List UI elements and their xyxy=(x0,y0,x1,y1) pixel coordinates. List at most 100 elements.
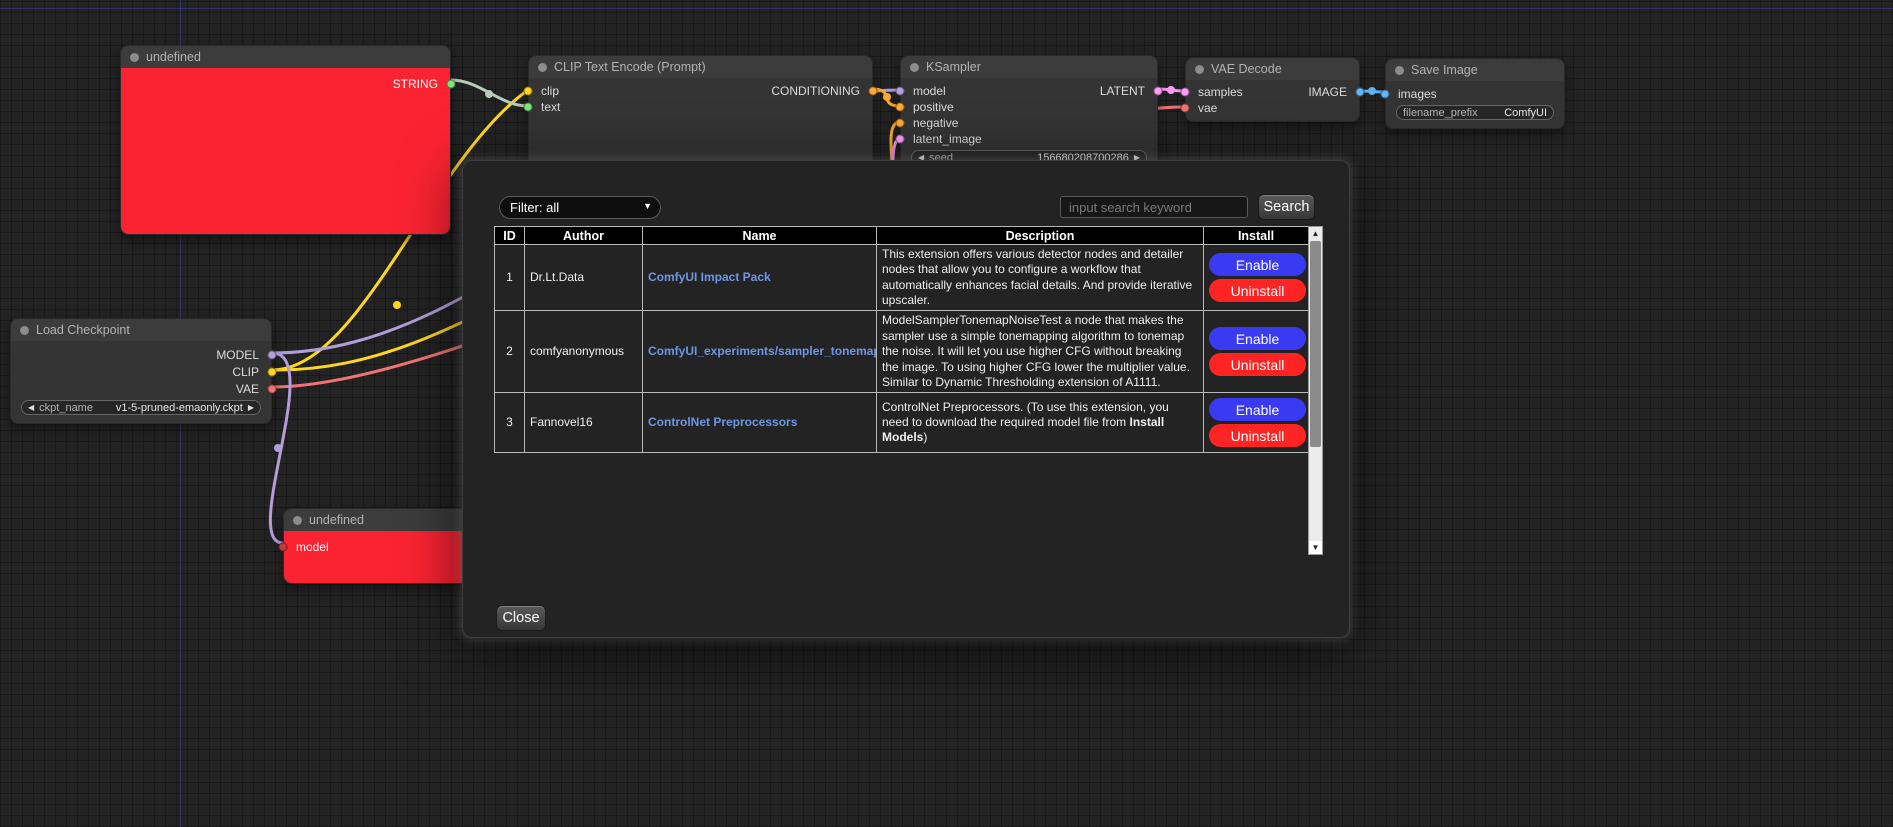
input-label: clip xyxy=(541,84,559,98)
input-slot-model[interactable] xyxy=(279,543,288,552)
ext-author: Fannovel16 xyxy=(525,393,643,453)
input-label: samples xyxy=(1198,85,1243,99)
table-row: 1 Dr.Lt.Data ComfyUI Impact Pack This ex… xyxy=(495,245,1309,311)
input-label: positive xyxy=(913,100,954,114)
output-label: VAE xyxy=(236,382,259,396)
collapse-dot-icon[interactable] xyxy=(1395,66,1404,75)
input-slot-negative[interactable] xyxy=(896,119,905,128)
output-slot-vae[interactable] xyxy=(268,384,277,393)
input-label: images xyxy=(1398,87,1437,101)
enable-button[interactable]: Enable xyxy=(1209,327,1306,350)
extension-manager-dialog: Filter: all ▼ Search ID Author Name Desc… xyxy=(462,160,1350,638)
widget-prev-arrow-icon[interactable]: ◀ xyxy=(28,404,34,412)
output-label: IMAGE xyxy=(1308,85,1347,99)
enable-button[interactable]: Enable xyxy=(1209,253,1306,276)
table-row: 3 Fannovel16 ControlNet Preprocessors Co… xyxy=(495,393,1309,453)
node-ksampler[interactable]: KSampler model LATENT positive negative … xyxy=(900,55,1158,174)
node-title: CLIP Text Encode (Prompt) xyxy=(554,60,706,74)
uninstall-button[interactable]: Uninstall xyxy=(1209,279,1306,302)
link-dot xyxy=(274,444,282,452)
ext-name-link[interactable]: ComfyUI_experiments/sampler_tonemap xyxy=(648,344,877,358)
output-slot-image[interactable] xyxy=(1356,88,1365,97)
extension-table-wrap: ID Author Name Description Install 1 Dr.… xyxy=(494,226,1323,555)
node-titlebar[interactable]: CLIP Text Encode (Prompt) xyxy=(529,56,872,78)
search-button[interactable]: Search xyxy=(1258,194,1315,220)
collapse-dot-icon[interactable] xyxy=(910,63,919,72)
input-slot-positive[interactable] xyxy=(896,103,905,112)
col-header-install: Install xyxy=(1204,227,1309,245)
node-titlebar[interactable]: KSampler xyxy=(901,56,1157,78)
scroll-up-arrow-icon[interactable]: ▲ xyxy=(1309,227,1322,240)
collapse-dot-icon[interactable] xyxy=(130,53,139,62)
node-vae-decode[interactable]: VAE Decode samples IMAGE vae xyxy=(1185,57,1360,122)
input-slot-latent-image[interactable] xyxy=(896,135,905,144)
node-undefined-top[interactable]: undefined STRING xyxy=(120,45,451,235)
scrollbar-thumb[interactable] xyxy=(1310,241,1321,447)
node-title: undefined xyxy=(146,50,201,64)
ext-id: 3 xyxy=(495,393,525,453)
node-title: KSampler xyxy=(926,60,981,74)
uninstall-button[interactable]: Uninstall xyxy=(1209,424,1306,447)
ext-author: Dr.Lt.Data xyxy=(525,245,643,311)
input-slot-model[interactable] xyxy=(896,87,905,96)
ext-name-link[interactable]: ComfyUI Impact Pack xyxy=(648,270,771,284)
widget-name: ckpt_name xyxy=(39,402,93,414)
input-label: model xyxy=(913,84,946,98)
collapse-dot-icon[interactable] xyxy=(20,326,29,335)
comfyui-canvas[interactable]: { "canvas": { "nodes": { "undefined_top"… xyxy=(0,0,1893,827)
link-dot xyxy=(393,301,401,309)
widget-value: ComfyUI xyxy=(1504,107,1547,119)
widget-name: filename_prefix xyxy=(1403,107,1478,119)
output-slot-latent[interactable] xyxy=(1154,87,1163,96)
search-input[interactable] xyxy=(1060,196,1248,218)
node-titlebar[interactable]: VAE Decode xyxy=(1186,58,1359,80)
input-label: latent_image xyxy=(913,132,982,146)
enable-button[interactable]: Enable xyxy=(1209,398,1306,421)
node-title: undefined xyxy=(309,513,364,527)
node-title: Save Image xyxy=(1411,63,1478,77)
output-label: MODEL xyxy=(216,348,259,362)
close-button[interactable]: Close xyxy=(496,605,546,631)
widget-next-arrow-icon[interactable]: ▶ xyxy=(248,404,254,412)
filename-prefix-widget[interactable]: filename_prefix ComfyUI xyxy=(1396,105,1554,120)
output-label: LATENT xyxy=(1100,84,1145,98)
output-slot-clip[interactable] xyxy=(268,367,277,376)
input-slot-clip[interactable] xyxy=(524,87,533,96)
ext-id: 1 xyxy=(495,245,525,311)
table-row: 2 comfyanonymous ComfyUI_experiments/sam… xyxy=(495,311,1309,393)
node-titlebar[interactable]: Load Checkpoint xyxy=(11,319,271,341)
input-label: vae xyxy=(1198,101,1217,115)
output-slot-string[interactable] xyxy=(447,80,456,89)
table-scrollbar[interactable]: ▲ ▼ xyxy=(1308,226,1323,555)
ext-author: comfyanonymous xyxy=(525,311,643,393)
output-slot-conditioning[interactable] xyxy=(869,87,878,96)
output-label: CONDITIONING xyxy=(771,84,860,98)
input-label: text xyxy=(541,100,560,114)
filter-select[interactable]: Filter: all xyxy=(499,196,661,219)
collapse-dot-icon[interactable] xyxy=(538,63,547,72)
output-slot-model[interactable] xyxy=(268,350,277,359)
ext-description: ControlNet Preprocessors. (To use this e… xyxy=(877,393,1204,453)
input-slot-samples[interactable] xyxy=(1181,88,1190,97)
input-slot-images[interactable] xyxy=(1381,90,1390,99)
node-titlebar[interactable]: undefined xyxy=(121,46,450,68)
link-dot xyxy=(485,90,493,98)
node-titlebar[interactable]: Save Image xyxy=(1386,59,1564,81)
input-slot-text[interactable] xyxy=(524,103,533,112)
ext-name-link[interactable]: ControlNet Preprocessors xyxy=(648,415,797,429)
scroll-down-arrow-icon[interactable]: ▼ xyxy=(1309,541,1322,554)
ckpt-name-widget[interactable]: ◀ ckpt_name v1-5-pruned-emaonly.ckpt ▶ xyxy=(21,400,261,415)
collapse-dot-icon[interactable] xyxy=(1195,65,1204,74)
collapse-dot-icon[interactable] xyxy=(293,516,302,525)
link-dot xyxy=(1368,87,1376,95)
link-dot xyxy=(883,93,891,101)
node-save-image[interactable]: Save Image images filename_prefix ComfyU… xyxy=(1385,58,1565,129)
ext-description: ModelSamplerTonemapNoiseTest a node that… xyxy=(877,311,1204,393)
node-title: Load Checkpoint xyxy=(36,323,130,337)
input-slot-vae[interactable] xyxy=(1181,104,1190,113)
output-label: CLIP xyxy=(232,365,259,379)
uninstall-button[interactable]: Uninstall xyxy=(1209,353,1306,376)
output-label: STRING xyxy=(393,77,438,91)
input-label: model xyxy=(296,540,329,554)
node-load-checkpoint[interactable]: Load Checkpoint MODEL CLIP VAE ◀ ckpt_na… xyxy=(10,318,272,424)
